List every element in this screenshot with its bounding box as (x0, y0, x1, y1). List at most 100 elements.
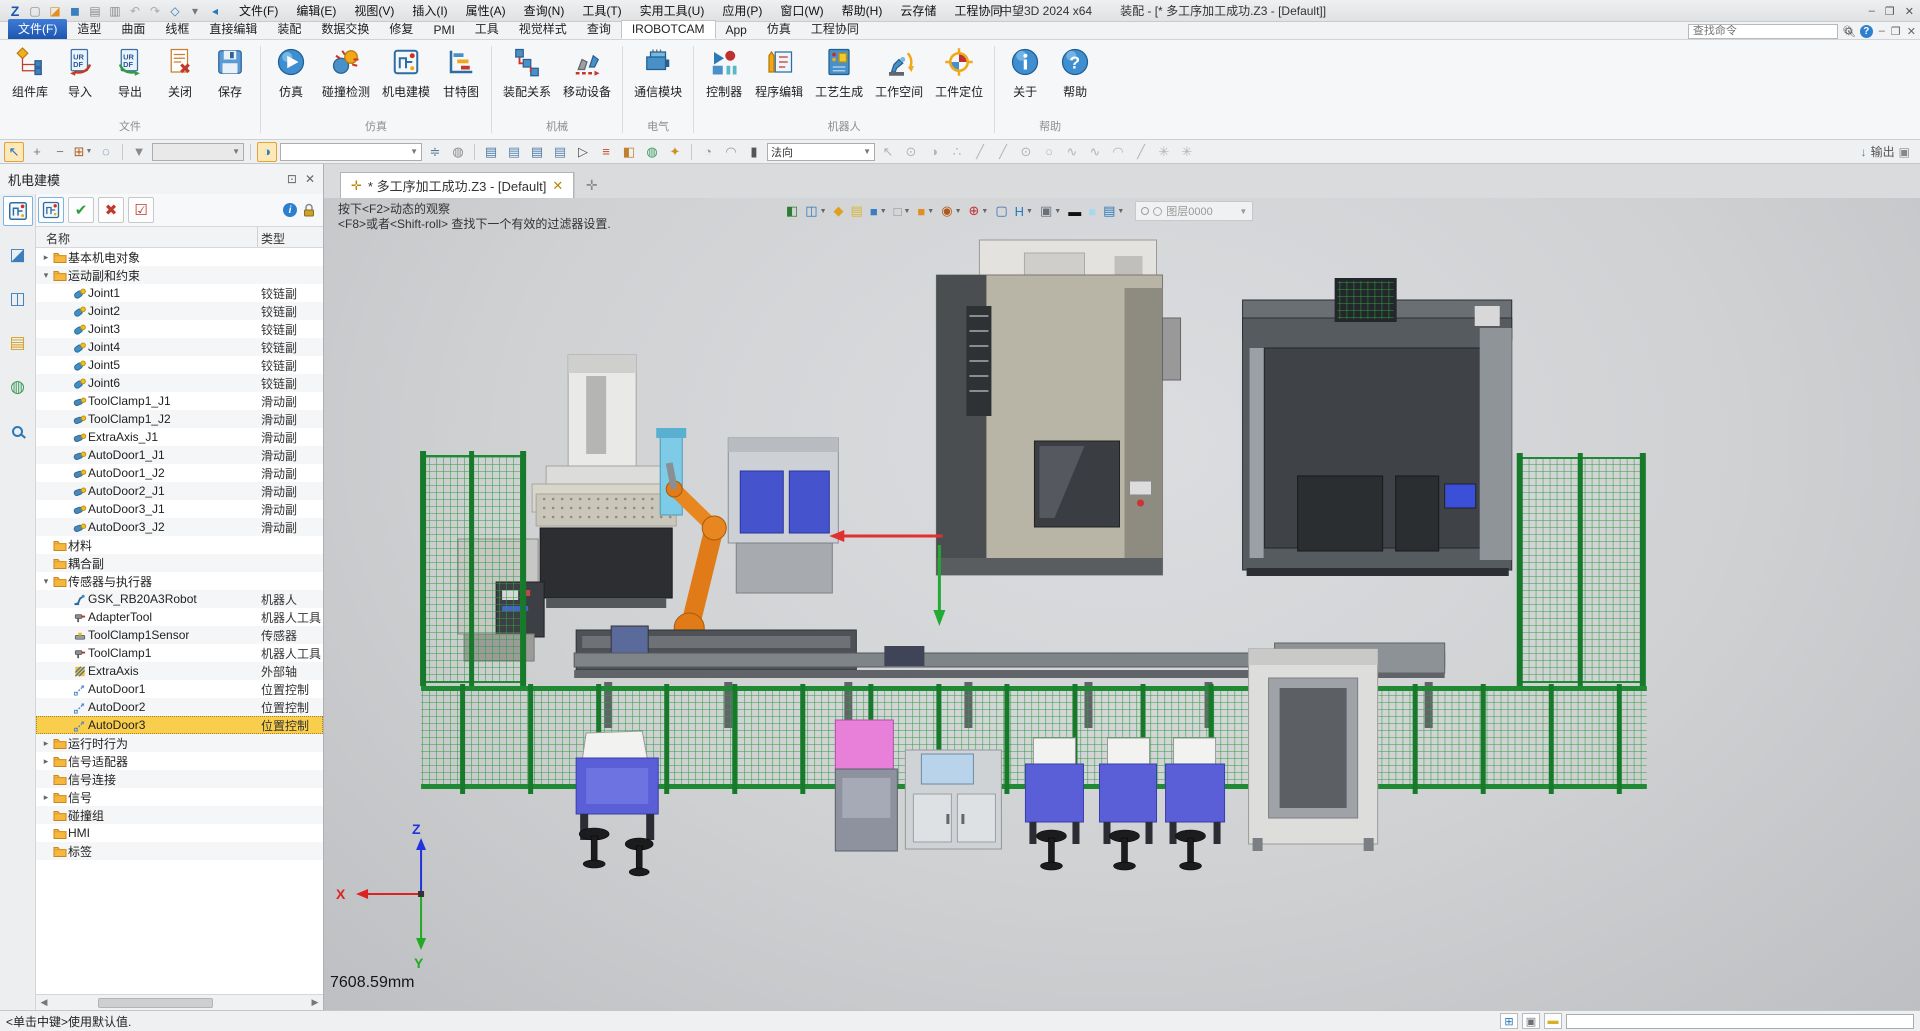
cursor-icon[interactable]: ▷ (573, 142, 593, 162)
tree-row[interactable]: AutoDoor1位置控制 (36, 680, 323, 698)
app-logo-icon[interactable]: Z (6, 3, 24, 19)
lamp-icon[interactable]: ◍ (448, 142, 468, 162)
point-snap-icon[interactable]: ⊙ (901, 142, 921, 162)
tree-row[interactable]: ToolClamp1_J2滑动副 (36, 410, 323, 428)
scroll-thumb[interactable] (98, 998, 213, 1008)
仿真-button[interactable]: 仿真 (267, 44, 315, 103)
panel-grid-icon[interactable]: ▣ (1899, 145, 1910, 159)
tree-row[interactable]: 信号连接 (36, 770, 323, 788)
add-entity-icon[interactable]: + (27, 142, 47, 162)
close-icon[interactable]: ✕ (1905, 5, 1914, 18)
tree-row[interactable]: HMI (36, 824, 323, 842)
help-icon[interactable]: ? (1860, 25, 1873, 38)
highlight-color-icon[interactable]: ■ (1086, 201, 1098, 221)
solid-view-icon[interactable]: ■▼ (915, 201, 936, 221)
view-restore-icon[interactable]: ◑ (257, 142, 277, 162)
cancel-button[interactable]: ✖ (98, 197, 124, 223)
globe-icon[interactable]: ◍ (642, 142, 662, 162)
redo-icon[interactable]: ↷ (146, 3, 164, 19)
mechatronics-mode-icon[interactable] (38, 197, 64, 223)
tree-arrow-icon[interactable]: ▾ (40, 576, 52, 587)
scroll-right-icon[interactable]: ▶ (307, 997, 323, 1008)
工艺生成-button[interactable]: 工艺生成 (810, 44, 868, 103)
scroll-left-icon[interactable]: ◀ (36, 997, 52, 1008)
output-label[interactable]: 输出 (1871, 143, 1895, 160)
tree-row[interactable]: Joint1铰链副 (36, 284, 323, 302)
exit-view-icon[interactable]: ◧ (784, 201, 800, 221)
document-tab[interactable]: ✛ * 多工序加工成功.Z3 - [Default] ✕ (340, 172, 574, 198)
line2-snap-icon[interactable]: ╱ (993, 142, 1013, 162)
mechatronics-manager-icon[interactable] (3, 196, 33, 226)
layers-stack-icon[interactable]: ≡ (596, 142, 616, 162)
enclosure-machine[interactable] (728, 438, 838, 593)
panel-dock-icon[interactable]: ⊡ (287, 172, 297, 186)
panel-close-icon[interactable]: ✕ (305, 172, 315, 186)
tree-row[interactable]: AutoDoor3位置控制 (36, 716, 323, 734)
panel-hscrollbar[interactable]: ◀ ▶ (36, 994, 323, 1010)
view-combo[interactable]: ▼ (280, 143, 422, 161)
tree-row[interactable]: 标签 (36, 842, 323, 860)
zoom-window-icon[interactable]: ▢ (993, 201, 1009, 221)
spline-snap-icon[interactable]: ✳ (1154, 142, 1174, 162)
undo-icon[interactable]: ↶ (126, 3, 144, 19)
ribbon-tab-修复[interactable]: 修复 (379, 19, 423, 39)
lock-icon[interactable] (303, 203, 315, 217)
ribbon-tab-IROBOTCAM[interactable]: IROBOTCAM (621, 20, 716, 39)
doc-restore-icon[interactable]: ❐ (1891, 25, 1901, 38)
save-file-icon[interactable]: ◼ (66, 3, 84, 19)
ribbon-tab-仿真[interactable]: 仿真 (757, 19, 801, 39)
lasso-select-icon[interactable]: ◌ (96, 142, 116, 162)
doc-close-icon[interactable]: ✕ (1907, 25, 1916, 38)
通信模块-button[interactable]: 通信模块 (629, 44, 687, 103)
output-panel-toggle[interactable]: ↓输出▣ (1861, 143, 1916, 160)
list-col4-icon[interactable]: ▤ (550, 142, 570, 162)
关于-button[interactable]: 关于 (1001, 44, 1049, 103)
loader-machine[interactable] (1249, 649, 1378, 851)
info-icon[interactable]: i (283, 203, 297, 217)
assembly-manager-icon[interactable]: ◪ (3, 240, 33, 270)
datum-plane-icon[interactable]: ▤ (849, 201, 865, 221)
tree-row[interactable]: ToolClamp1Sensor传感器 (36, 626, 323, 644)
机电建模-button[interactable]: 机电建模 (377, 44, 435, 103)
menu-item[interactable]: 云存储 (891, 0, 945, 22)
tree-row[interactable]: 碰撞组 (36, 806, 323, 824)
background-icon[interactable]: ▣▼ (1038, 201, 1063, 221)
dimension-icon[interactable]: H▼ (1013, 201, 1035, 221)
tree-row[interactable]: AutoDoor1_J1滑动副 (36, 446, 323, 464)
status-input[interactable] (1566, 1014, 1914, 1029)
cmm-machine[interactable] (532, 355, 679, 608)
menu-item[interactable]: 实用工具(U) (631, 0, 714, 22)
碰撞检测-button[interactable]: 碰撞检测 (317, 44, 375, 103)
folder-lib-icon[interactable]: ◧ (619, 142, 639, 162)
seg-snap-icon[interactable]: ╱ (1131, 142, 1151, 162)
ribbon-tab-工具[interactable]: 工具 (465, 19, 509, 39)
帮助-button[interactable]: ?帮助 (1051, 44, 1099, 103)
tree-row[interactable]: ToolClamp1机器人工具 (36, 644, 323, 662)
tree-arrow-icon[interactable]: ▸ (40, 756, 52, 767)
filter-column-icon[interactable]: ▼ (129, 142, 149, 162)
tree-row[interactable]: 耦合副 (36, 554, 323, 572)
3d-scene[interactable]: Z X Y (324, 198, 1920, 1010)
ribbon-tab-查询[interactable]: 查询 (577, 19, 621, 39)
tree-row[interactable]: ▾运动副和约束 (36, 266, 323, 284)
history-manager-icon[interactable]: ◫ (3, 284, 33, 314)
display-toggle-icon[interactable]: ▣ (1522, 1013, 1540, 1029)
theme-toggle-icon[interactable]: ▬ (1544, 1013, 1562, 1029)
layer-combo[interactable]: 图层0000▼ (1135, 201, 1253, 221)
normal-combo[interactable]: 法向▼ (767, 143, 875, 161)
find-icon[interactable] (3, 416, 33, 446)
移动设备-button[interactable]: 移动设备 (558, 44, 616, 103)
new-tab-button[interactable]: ✛ (574, 172, 608, 198)
导出-button[interactable]: URDF导出 (106, 44, 154, 103)
tab-add-icon[interactable]: ✛ (351, 178, 362, 194)
align-icon[interactable]: ≑ (425, 142, 445, 162)
甘特图-button[interactable]: 甘特图 (437, 44, 485, 103)
ribbon-tab-文件(F)[interactable]: 文件(F) (8, 19, 67, 39)
tree-row[interactable]: AutoDoor3_J2滑动副 (36, 518, 323, 536)
tree-row[interactable]: AutoDoor1_J2滑动副 (36, 464, 323, 482)
new-file-icon[interactable]: ▢ (26, 3, 44, 19)
tree-row[interactable]: ▾传感器与执行器 (36, 572, 323, 590)
tree-row[interactable]: 材料 (36, 536, 323, 554)
3d-canvas[interactable]: 按下<F2>动态的观察 <F8>或者<Shift-roll> 查找下一个有效的过… (324, 198, 1920, 1010)
sync-icon[interactable]: ◇ (166, 3, 184, 19)
